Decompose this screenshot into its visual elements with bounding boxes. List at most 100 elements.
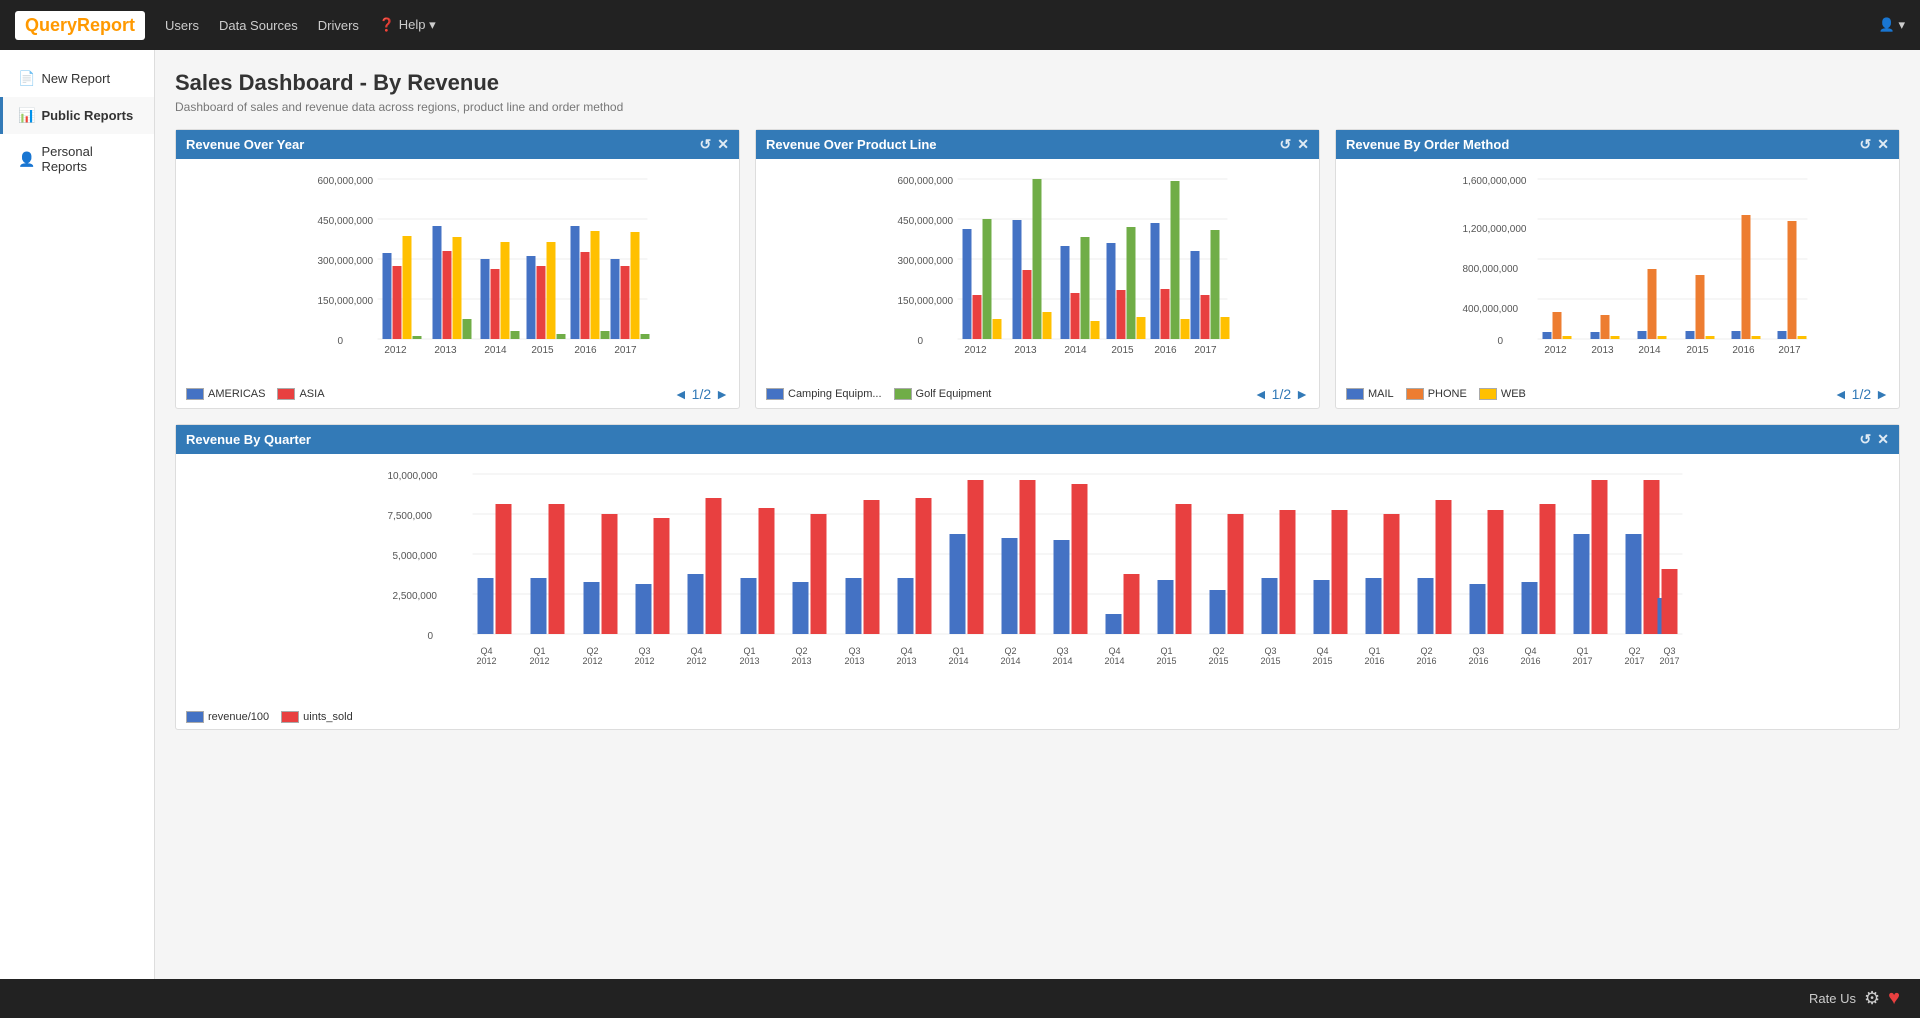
svg-text:2016: 2016 bbox=[1416, 656, 1436, 666]
dashboard-subtitle: Dashboard of sales and revenue data acro… bbox=[175, 100, 1900, 114]
svg-text:Q2: Q2 bbox=[1628, 646, 1640, 656]
svg-text:Q2: Q2 bbox=[795, 646, 807, 656]
chart-controls-quarter: ↺ ✕ bbox=[1860, 431, 1889, 448]
svg-text:Q4: Q4 bbox=[1524, 646, 1536, 656]
svg-text:Q2: Q2 bbox=[1420, 646, 1432, 656]
chart-title-quarter: Revenue By Quarter bbox=[186, 432, 311, 447]
svg-text:2016: 2016 bbox=[1468, 656, 1488, 666]
svg-text:Q3: Q3 bbox=[1663, 646, 1675, 656]
svg-text:0: 0 bbox=[338, 336, 344, 347]
refresh-btn-product[interactable]: ↺ bbox=[1280, 136, 1292, 153]
legend-color-units-sold bbox=[281, 711, 299, 723]
svg-text:Q4: Q4 bbox=[900, 646, 912, 656]
legend-units-sold: uints_sold bbox=[281, 711, 353, 723]
svg-text:600,000,000: 600,000,000 bbox=[898, 176, 954, 187]
svg-text:2012: 2012 bbox=[476, 656, 496, 666]
svg-text:2017: 2017 bbox=[1624, 656, 1644, 666]
nav-user-menu[interactable]: 👤 ▾ bbox=[1879, 17, 1905, 33]
svg-text:2014: 2014 bbox=[1638, 345, 1661, 356]
svg-text:800,000,000: 800,000,000 bbox=[1463, 264, 1519, 275]
settings-btn-product[interactable]: ✕ bbox=[1297, 136, 1309, 153]
brand-report: Report bbox=[77, 15, 135, 35]
legend-prev-product[interactable]: ◄ bbox=[1254, 386, 1268, 402]
legend-color-golf bbox=[894, 388, 912, 400]
settings-btn-year[interactable]: ✕ bbox=[717, 136, 729, 153]
svg-text:Q1: Q1 bbox=[1368, 646, 1380, 656]
svg-text:2014: 2014 bbox=[484, 345, 507, 356]
legend-web: WEB bbox=[1479, 388, 1526, 400]
svg-text:2014: 2014 bbox=[1064, 345, 1087, 356]
new-report-icon: 📄 bbox=[18, 70, 35, 87]
chart-legend-product: Camping Equipm... Golf Equipment ◄ 1/2 ► bbox=[756, 382, 1319, 408]
svg-text:2012: 2012 bbox=[529, 656, 549, 666]
svg-text:Q3: Q3 bbox=[1264, 646, 1276, 656]
nav-drivers[interactable]: Drivers bbox=[318, 13, 359, 38]
legend-prev-year[interactable]: ◄ bbox=[674, 386, 688, 402]
svg-text:Q2: Q2 bbox=[586, 646, 598, 656]
legend-golf: Golf Equipment bbox=[894, 388, 992, 400]
chart-controls-product: ↺ ✕ bbox=[1280, 136, 1309, 153]
svg-text:2012: 2012 bbox=[582, 656, 602, 666]
sidebar-item-public-reports[interactable]: 📊 Public Reports bbox=[0, 97, 154, 134]
svg-text:Q1: Q1 bbox=[533, 646, 545, 656]
refresh-btn-order[interactable]: ↺ bbox=[1860, 136, 1872, 153]
bottom-bar: Rate Us ⚙ ♥ bbox=[0, 979, 1920, 1018]
charts-row-1: Revenue Over Year ↺ ✕ 600,000,000 450,00… bbox=[175, 129, 1900, 409]
svg-text:2014: 2014 bbox=[1052, 656, 1072, 666]
layout: 📄 New Report 📊 Public Reports 👤 Personal… bbox=[0, 50, 1920, 979]
svg-text:Q3: Q3 bbox=[848, 646, 860, 656]
svg-text:1,600,000,000: 1,600,000,000 bbox=[1463, 176, 1527, 187]
svg-text:Q4: Q4 bbox=[480, 646, 492, 656]
svg-text:2013: 2013 bbox=[739, 656, 759, 666]
legend-color-phone bbox=[1406, 388, 1424, 400]
legend-label-mail: MAIL bbox=[1368, 388, 1394, 400]
settings-btn-quarter[interactable]: ✕ bbox=[1877, 431, 1889, 448]
refresh-btn-year[interactable]: ↺ bbox=[700, 136, 712, 153]
chart-revenue-order: Revenue By Order Method ↺ ✕ 1,600,000,00… bbox=[1335, 129, 1900, 409]
heart-icon: ♥ bbox=[1888, 987, 1900, 1010]
legend-next-product[interactable]: ► bbox=[1295, 386, 1309, 402]
sidebar-item-personal-reports[interactable]: 👤 Personal Reports bbox=[0, 134, 154, 184]
nav-users[interactable]: Users bbox=[165, 13, 199, 38]
legend-color-camping bbox=[766, 388, 784, 400]
chart-revenue-over-year: Revenue Over Year ↺ ✕ 600,000,000 450,00… bbox=[175, 129, 740, 409]
sidebar-item-new-report[interactable]: 📄 New Report bbox=[0, 60, 154, 97]
chart-legend-order: MAIL PHONE WEB ◄ 1/2 ► bbox=[1336, 382, 1899, 408]
legend-label-camping: Camping Equipm... bbox=[788, 388, 882, 400]
svg-text:2017: 2017 bbox=[1659, 656, 1679, 666]
legend-revenue100: revenue/100 bbox=[186, 711, 269, 723]
legend-prev-order[interactable]: ◄ bbox=[1834, 386, 1848, 402]
svg-text:300,000,000: 300,000,000 bbox=[318, 256, 374, 267]
refresh-btn-quarter[interactable]: ↺ bbox=[1860, 431, 1872, 448]
svg-text:150,000,000: 150,000,000 bbox=[318, 296, 374, 307]
svg-text:Q4: Q4 bbox=[690, 646, 702, 656]
svg-text:2013: 2013 bbox=[844, 656, 864, 666]
legend-next-order[interactable]: ► bbox=[1875, 386, 1889, 402]
svg-text:2016: 2016 bbox=[574, 345, 597, 356]
settings-btn-order[interactable]: ✕ bbox=[1877, 136, 1889, 153]
nav-help[interactable]: ❓ Help ▾ bbox=[379, 12, 436, 38]
nav-links: Users Data Sources Drivers ❓ Help ▾ bbox=[165, 12, 436, 38]
svg-text:2017: 2017 bbox=[1572, 656, 1592, 666]
legend-color-revenue100 bbox=[186, 711, 204, 723]
svg-text:2015: 2015 bbox=[1208, 656, 1228, 666]
legend-color-americas bbox=[186, 388, 204, 400]
svg-text:600,000,000: 600,000,000 bbox=[318, 176, 374, 187]
legend-color-mail bbox=[1346, 388, 1364, 400]
nav-datasources[interactable]: Data Sources bbox=[219, 13, 298, 38]
svg-text:Q4: Q4 bbox=[1108, 646, 1120, 656]
legend-nav-year: ◄ 1/2 ► bbox=[674, 386, 729, 402]
svg-text:450,000,000: 450,000,000 bbox=[898, 216, 954, 227]
svg-text:2014: 2014 bbox=[948, 656, 968, 666]
github-icon[interactable]: ⚙ bbox=[1864, 988, 1880, 1009]
chart-legend-revenue-year: AMERICAS ASIA ◄ 1/2 ► bbox=[176, 382, 739, 408]
brand-logo[interactable]: QueryReport bbox=[15, 11, 145, 40]
svg-text:Q3: Q3 bbox=[638, 646, 650, 656]
chart-title-product: Revenue Over Product Line bbox=[766, 137, 937, 152]
legend-label-golf: Golf Equipment bbox=[916, 388, 992, 400]
main-content: Sales Dashboard - By Revenue Dashboard o… bbox=[155, 50, 1920, 979]
svg-text:2013: 2013 bbox=[896, 656, 916, 666]
legend-next-year[interactable]: ► bbox=[715, 386, 729, 402]
legend-nav-product: ◄ 1/2 ► bbox=[1254, 386, 1309, 402]
svg-text:2013: 2013 bbox=[434, 345, 457, 356]
